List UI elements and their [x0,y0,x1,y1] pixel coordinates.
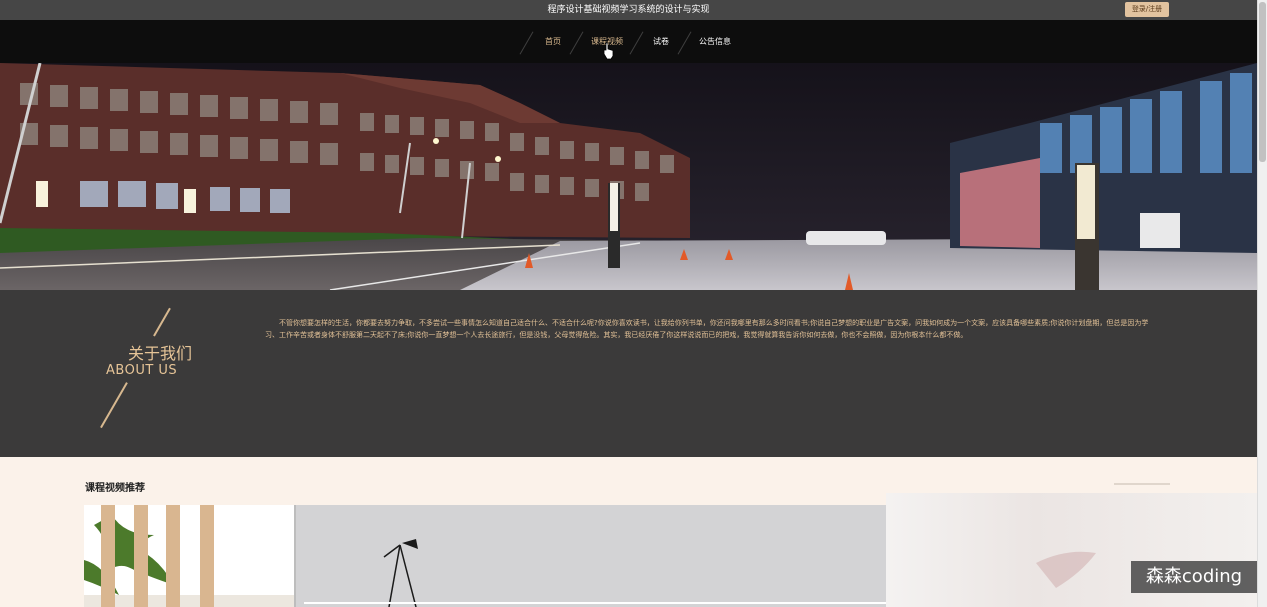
mouse-pointer-icon [603,42,614,60]
nav-separator [677,31,692,55]
night-campus-photo [0,63,1257,290]
about-title-cn: 关于我们 [128,344,193,363]
course-video-section: 课程视频推荐 [0,457,1257,607]
hero-banner[interactable] [0,63,1257,290]
scrollbar-thumb[interactable] [1259,2,1266,162]
main-nav: 首页 课程视频 试卷 公告信息 [0,20,1257,63]
nav-item-home[interactable]: 首页 [536,20,570,63]
nav-separator [569,31,584,55]
about-description: 不管你想要怎样的生活，你都要去努力争取，不多尝试一些事情怎么知道自己适合什么、不… [265,319,1149,339]
nav-item-exam-papers[interactable]: 试卷 [646,20,676,63]
section-title: 课程视频推荐 [85,483,145,494]
decorative-line [100,382,128,428]
login-register-button[interactable]: 登录/注册 [1125,2,1169,17]
page-scrollbar[interactable] [1257,0,1267,607]
course-thumbnail [84,505,886,607]
page: 程序设计基础视频学习系统的设计与实现 登录/注册 首页 课程视频 试卷 公告信息 [0,0,1267,607]
course-card[interactable] [84,505,886,607]
decorative-line [153,307,171,337]
nav-separator [519,31,534,55]
about-us-section: 关于我们 ABOUT US 不管你想要怎样的生活，你都要去努力争取，不多尝试一些… [0,290,1257,457]
about-title-en: ABOUT US [106,363,178,378]
nav-item-announcements[interactable]: 公告信息 [694,20,736,63]
nav-separator [629,31,644,55]
top-title-bar: 程序设计基础视频学习系统的设计与实现 登录/注册 [0,0,1257,20]
watermark: 森森coding [1131,561,1257,593]
site-title: 程序设计基础视频学习系统的设计与实现 [547,5,710,15]
more-link[interactable] [1114,483,1170,485]
